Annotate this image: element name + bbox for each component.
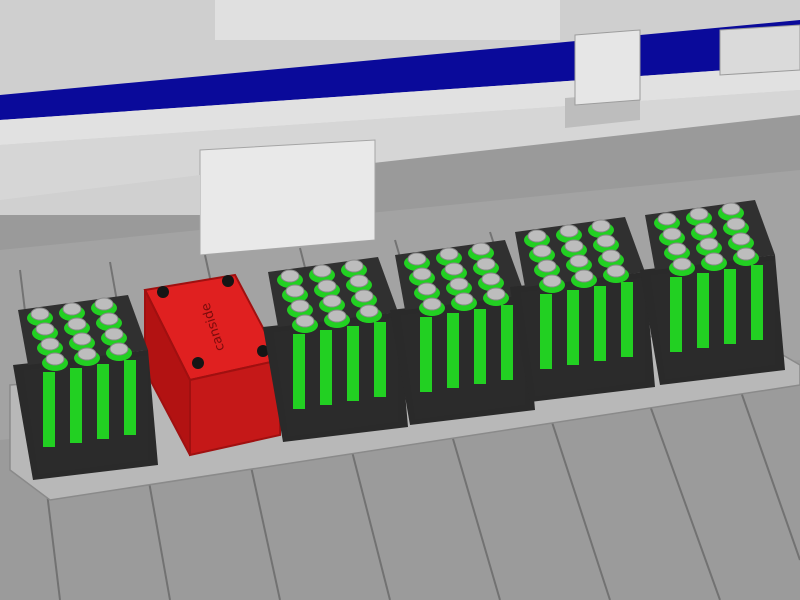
cell-cap <box>40 337 60 351</box>
cell-cap <box>449 277 469 291</box>
cell-side <box>43 372 55 447</box>
cell-cap <box>417 282 437 296</box>
cell-cap <box>317 279 337 293</box>
cell-cap <box>35 322 55 336</box>
cell-side <box>347 326 359 401</box>
cell-side <box>697 273 709 348</box>
3d-render-scene: ǝpᴉsuɐɔ <box>0 0 800 600</box>
screw-2 <box>222 275 234 287</box>
cell-cap <box>564 239 584 253</box>
cell-side <box>293 334 305 409</box>
cell-side <box>540 294 552 369</box>
cell-cap <box>45 352 65 366</box>
cell-cap <box>62 302 82 316</box>
cell-cap <box>99 312 119 326</box>
cell-cap <box>559 224 579 238</box>
cell-side <box>567 290 579 365</box>
cell-side <box>751 265 763 340</box>
cell-cap <box>280 269 300 283</box>
cell-side <box>724 269 736 344</box>
cell-side <box>621 282 633 357</box>
cell-side <box>501 305 513 380</box>
cell-cap <box>422 297 442 311</box>
rack-4 <box>510 217 655 402</box>
cell-side <box>124 360 136 435</box>
cell-cap <box>322 294 342 308</box>
rack-3 <box>390 240 535 425</box>
cell-cap <box>486 287 506 301</box>
cell-cap <box>344 259 364 273</box>
cell-cap <box>694 222 714 236</box>
cell-cap <box>542 274 562 288</box>
cell-cap <box>354 289 374 303</box>
cell-cap <box>736 247 756 261</box>
cell-cap <box>699 237 719 251</box>
cell-cap <box>295 314 315 328</box>
cell-cap <box>407 252 427 266</box>
cell-cap <box>72 332 92 346</box>
cell-side <box>374 322 386 397</box>
cell-cap <box>444 262 464 276</box>
cell-cap <box>412 267 432 281</box>
cell-cap <box>67 317 87 331</box>
cell-side <box>594 286 606 361</box>
scene-svg: ǝpᴉsuɐɔ <box>0 0 800 600</box>
cell-side <box>320 330 332 405</box>
cell-side <box>474 309 486 384</box>
cell-cap <box>30 307 50 321</box>
cell-cap <box>481 272 501 286</box>
cell-cap <box>606 264 626 278</box>
cell-cap <box>731 232 751 246</box>
cell-cap <box>672 257 692 271</box>
cell-cap <box>94 297 114 311</box>
rack-2 <box>263 257 408 442</box>
cell-cap <box>327 309 347 323</box>
cell-cap <box>476 257 496 271</box>
cell-side <box>70 368 82 443</box>
cell-cap <box>569 254 589 268</box>
cell-cap <box>349 274 369 288</box>
cell-cap <box>285 284 305 298</box>
cell-cap <box>537 259 557 273</box>
cell-cap <box>689 207 709 221</box>
cell-cap <box>312 264 332 278</box>
cell-cap <box>104 327 124 341</box>
cell-cap <box>596 234 616 248</box>
cell-cap <box>591 219 611 233</box>
cell-cap <box>721 202 741 216</box>
cell-cap <box>359 304 379 318</box>
cell-cap <box>527 229 547 243</box>
rack-5 <box>640 200 785 385</box>
cell-cap <box>532 244 552 258</box>
cell-cap <box>574 269 594 283</box>
cell-side <box>670 277 682 352</box>
cell-cap <box>657 212 677 226</box>
cell-cap <box>439 247 459 261</box>
cell-cap <box>704 252 724 266</box>
cell-cap <box>109 342 129 356</box>
cell-cap <box>290 299 310 313</box>
cell-cap <box>454 292 474 306</box>
rack-1 <box>13 295 158 480</box>
cell-cap <box>77 347 97 361</box>
cell-cap <box>726 217 746 231</box>
cell-side <box>447 313 459 388</box>
cell-cap <box>667 242 687 256</box>
screw-3 <box>192 357 204 369</box>
cell-cap <box>601 249 621 263</box>
cell-cap <box>471 242 491 256</box>
cell-side <box>420 317 432 392</box>
cell-cap <box>662 227 682 241</box>
cell-side <box>97 364 109 439</box>
screw-1 <box>157 286 169 298</box>
